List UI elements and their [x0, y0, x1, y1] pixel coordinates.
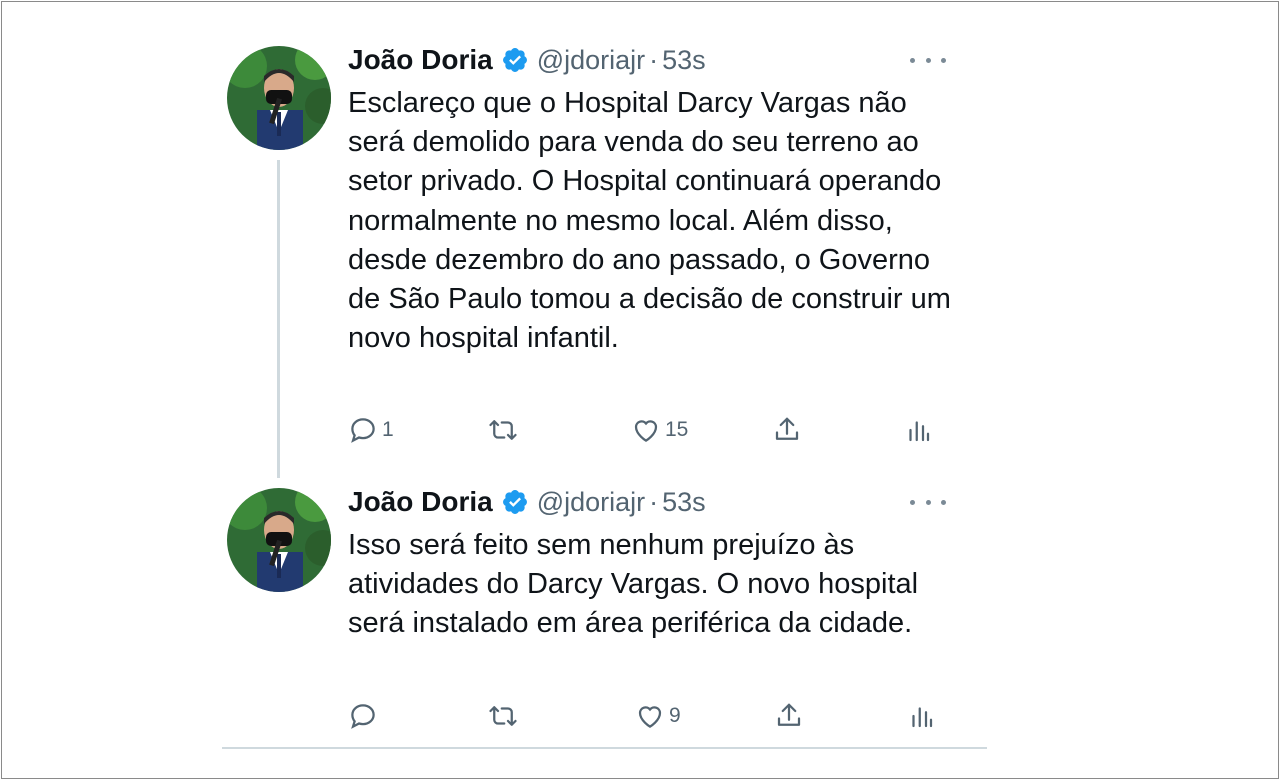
tweet-text: Isso será feito sem nenhum prejuízo às a… [348, 529, 919, 640]
analytics-button[interactable] [906, 698, 936, 734]
divider [222, 747, 987, 749]
author-name[interactable]: João Doria [348, 486, 493, 518]
share-icon [775, 417, 799, 440]
reply-button[interactable] [348, 698, 382, 734]
author-name[interactable]: João Doria [348, 44, 493, 76]
heart-icon [638, 706, 662, 728]
separator: · [649, 486, 659, 517]
tweet-text: Esclareço que o Hospital Darcy Vargas nã… [348, 87, 951, 355]
avatar[interactable] [227, 488, 331, 592]
heart-icon [634, 420, 658, 442]
separator: · [649, 44, 659, 75]
reply-icon [351, 704, 375, 729]
retweet-icon [489, 420, 517, 440]
retweet-icon [489, 706, 517, 726]
retweet-button[interactable] [488, 412, 518, 448]
retweet-button[interactable] [488, 698, 518, 734]
like-count: 15 [665, 418, 689, 441]
reply-button[interactable]: 1 [348, 412, 394, 448]
analytics-icon [912, 707, 933, 728]
like-button[interactable]: 9 [635, 698, 681, 734]
verified-badge-icon [501, 488, 529, 516]
reply-icon [351, 418, 375, 443]
analytics-icon [909, 421, 930, 442]
tweet-actions: 1 15 [348, 412, 948, 448]
tweet-actions: 9 [348, 698, 948, 734]
more-options-icon[interactable] [908, 492, 948, 512]
thread-connector-line [277, 160, 280, 478]
analytics-button[interactable] [903, 412, 933, 448]
tweet-header: João Doria @jdoriajr · 53s [348, 484, 706, 520]
author-handle[interactable]: @jdoriajr [537, 487, 645, 518]
timestamp[interactable]: 53s [662, 45, 706, 76]
share-icon [777, 703, 801, 726]
tweet-header: João Doria @jdoriajr · 53s [348, 42, 706, 78]
share-button[interactable] [774, 698, 804, 734]
timestamp[interactable]: 53s [662, 487, 706, 518]
like-count: 9 [669, 704, 681, 727]
share-button[interactable] [772, 412, 802, 448]
more-options-icon[interactable] [908, 50, 948, 70]
reply-count: 1 [382, 418, 394, 441]
avatar[interactable] [227, 46, 331, 150]
like-button[interactable]: 15 [631, 412, 688, 448]
author-handle[interactable]: @jdoriajr [537, 45, 645, 76]
verified-badge-icon [501, 46, 529, 74]
